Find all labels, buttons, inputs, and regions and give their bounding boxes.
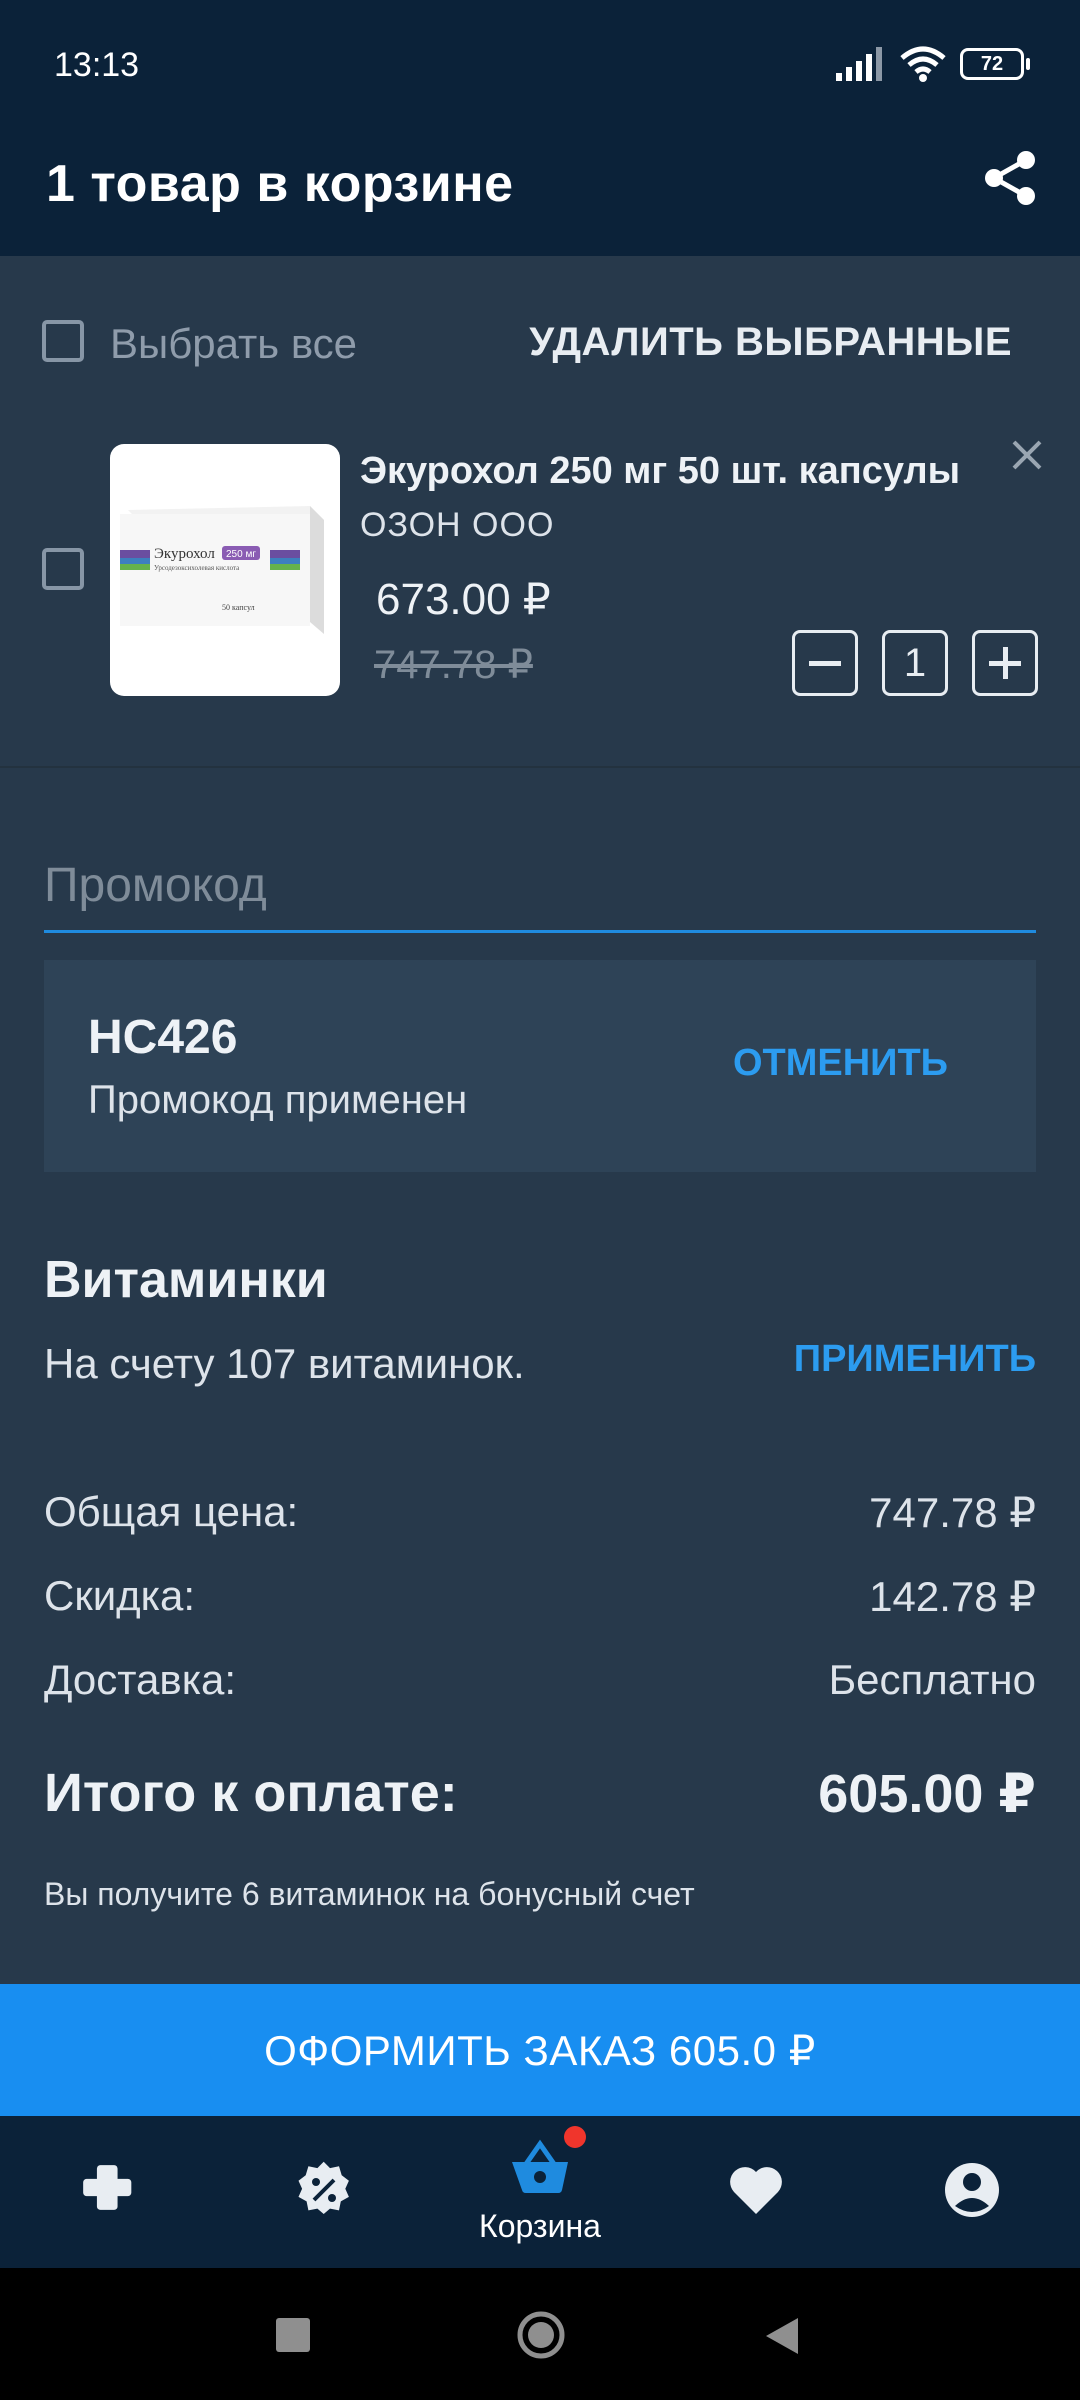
bottom-nav: Корзина — [0, 2116, 1080, 2268]
product-seller: ОЗОН ООО — [360, 506, 555, 544]
promo-input-underline — [44, 930, 1036, 933]
payable-value: 605.00 ₽ — [818, 1764, 1036, 1824]
cart-item: Экурохол 250 мг Урсодезоксихолевая кисло… — [0, 390, 1080, 768]
promo-status: Промокод применен — [88, 1078, 468, 1122]
applied-promo-card: HC426 Промокод применен ОТМЕНИТЬ — [44, 960, 1036, 1172]
promo-input[interactable]: Промокод — [44, 858, 267, 913]
wifi-icon — [900, 46, 946, 82]
recents-icon[interactable] — [276, 2318, 310, 2352]
plus-icon — [989, 647, 1021, 679]
discount-badge-icon — [298, 2161, 349, 2214]
product-box-dose: 250 мг — [226, 549, 256, 560]
payable-label: Итого к оплате: — [44, 1763, 458, 1823]
total-price-value: 747.78 ₽ — [869, 1489, 1036, 1536]
product-box-count: 50 капсул — [222, 603, 255, 612]
product-box-subtitle: Урсодезоксихолевая кислота — [154, 564, 240, 572]
checkout-button[interactable]: ОФОРМИТЬ ЗАКАЗ 605.0 ₽ — [0, 1984, 1080, 2116]
select-all-checkbox[interactable] — [42, 320, 84, 362]
product-price: 673.00 ₽ — [376, 575, 551, 624]
product-title[interactable]: Экурохол 250 мг 50 шт. капсулы — [360, 450, 960, 493]
nav-item-favorites[interactable] — [648, 2116, 864, 2268]
battery-level: 72 — [980, 52, 1004, 75]
app-bar: 1 товар в корзине — [0, 134, 1080, 256]
vitamins-title: Витаминки — [44, 1251, 328, 1309]
status-time: 13:13 — [54, 46, 140, 84]
account-icon — [945, 2163, 999, 2217]
nav-item-cart[interactable]: Корзина — [432, 2116, 648, 2268]
quantity-value[interactable]: 1 — [882, 630, 948, 696]
page-title: 1 товар в корзине — [46, 155, 514, 213]
product-box-brand: Экурохол — [154, 546, 215, 562]
nav-label-cart: Корзина — [479, 2208, 601, 2244]
cancel-promo-button[interactable]: ОТМЕНИТЬ — [733, 1042, 948, 1085]
product-old-price: 747.78 ₽ — [374, 643, 533, 687]
basket-icon — [512, 2139, 568, 2194]
select-bar: Выбрать все УДАЛИТЬ ВЫБРАННЫЕ — [0, 256, 1080, 390]
battery-icon: 72 — [960, 48, 1030, 80]
delete-selected-button[interactable]: УДАЛИТЬ ВЫБРАННЫЕ — [529, 320, 1012, 365]
item-checkbox[interactable] — [42, 548, 84, 590]
cart-badge-dot — [564, 2126, 586, 2148]
minus-icon — [809, 661, 841, 666]
apply-vitamins-button[interactable]: ПРИМЕНИТЬ — [794, 1338, 1036, 1381]
product-box-illustration: Экурохол 250 мг Урсодезоксихолевая кисло… — [120, 506, 324, 634]
pharmacy-cross-icon — [83, 2165, 132, 2210]
share-icon[interactable] — [978, 146, 1042, 210]
status-bar: 13:13 72 — [0, 0, 1080, 134]
nav-item-catalog[interactable] — [0, 2116, 216, 2268]
home-icon[interactable] — [516, 2310, 566, 2360]
nav-item-discounts[interactable] — [216, 2116, 432, 2268]
nav-item-profile[interactable] — [864, 2116, 1080, 2268]
product-image[interactable]: Экурохол 250 мг Урсодезоксихолевая кисло… — [110, 444, 340, 696]
decrease-quantity-button[interactable] — [792, 630, 858, 696]
quantity-stepper: 1 — [792, 630, 1038, 696]
delivery-value: Бесплатно — [828, 1656, 1036, 1703]
vitamins-balance: На счету 107 витаминок. — [44, 1340, 525, 1387]
heart-icon — [730, 2167, 782, 2214]
increase-quantity-button[interactable] — [972, 630, 1038, 696]
signal-icon — [836, 47, 882, 81]
bonus-note: Вы получите 6 витаминок на бонусный счет — [44, 1876, 695, 1912]
promo-code: HC426 — [88, 1011, 238, 1064]
discount-label: Скидка: — [44, 1572, 195, 1619]
total-price-label: Общая цена: — [44, 1488, 299, 1535]
back-icon[interactable] — [764, 2316, 800, 2356]
system-nav-bar — [0, 2268, 1080, 2400]
select-all-label[interactable]: Выбрать все — [110, 320, 357, 368]
close-icon[interactable] — [1004, 432, 1050, 478]
delivery-label: Доставка: — [44, 1656, 237, 1703]
discount-value: 142.78 ₽ — [869, 1573, 1036, 1620]
status-icons: 72 — [836, 44, 1030, 84]
